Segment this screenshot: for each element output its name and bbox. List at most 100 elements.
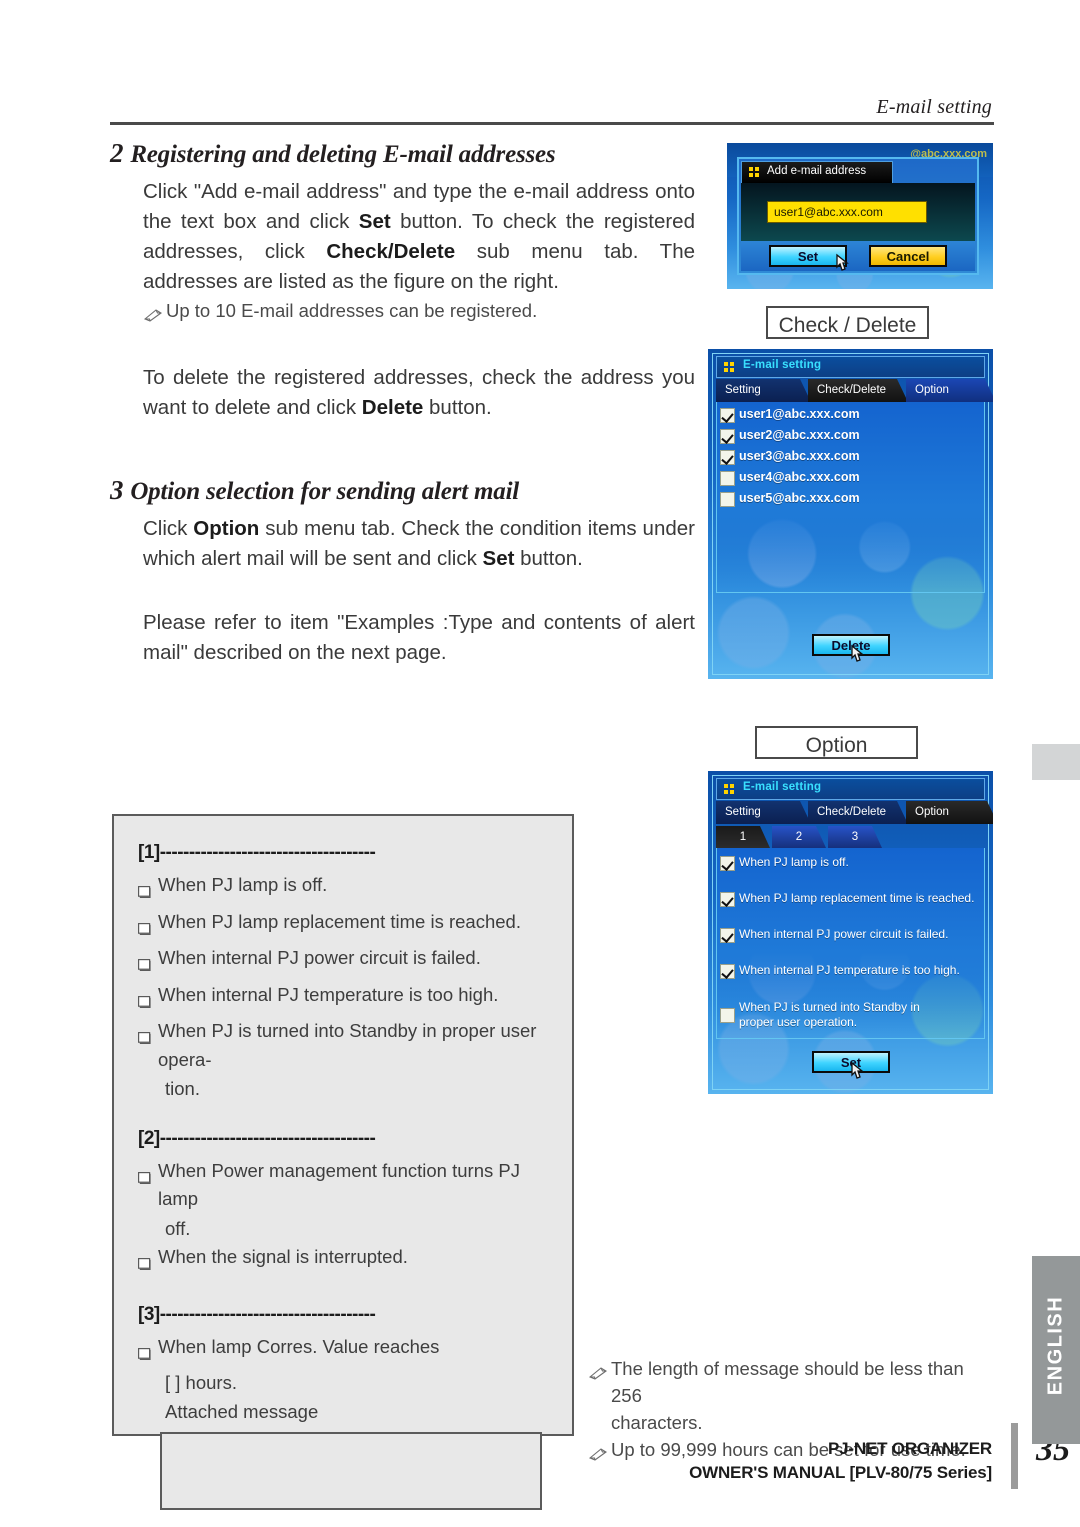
option-row[interactable]: When PJ lamp replacement time is reached… xyxy=(717,890,984,911)
condition-item: When Power management function turns PJ … xyxy=(138,1157,550,1214)
pencil-icon xyxy=(588,1360,608,1387)
step-2-heading: 2 Registering and deleting E-mail address… xyxy=(110,138,695,169)
condition-item-label: When the signal is interrupted. xyxy=(158,1246,408,1267)
cancel-button[interactable]: Cancel xyxy=(869,245,947,267)
option-checkbox[interactable] xyxy=(720,964,735,979)
condition-item: When PJ lamp is off. xyxy=(138,871,550,907)
address-checkbox[interactable] xyxy=(720,492,735,507)
dialog-title-text: Add e-mail address xyxy=(767,165,867,177)
osd-title-text: E-mail setting xyxy=(743,359,822,371)
step-2-note-text: Up to 10 E-mail addresses can be registe… xyxy=(166,300,538,321)
tab-setting[interactable]: Setting xyxy=(716,801,811,824)
address-checkbox[interactable] xyxy=(720,408,735,423)
option-checkbox[interactable] xyxy=(720,892,735,907)
bottom-note-1-line2: characters. xyxy=(611,1412,703,1433)
address-checkbox[interactable] xyxy=(720,429,735,444)
empty-checkbox-icon xyxy=(138,951,152,980)
side-tab-english: ENGLISH xyxy=(1032,1256,1080,1444)
empty-checkbox-icon xyxy=(138,878,152,907)
option-label: When PJ lamp is off. xyxy=(739,855,849,869)
step-3-title: Option selection for sending alert mail xyxy=(130,478,520,505)
tab-option[interactable]: Option xyxy=(906,801,993,824)
option-label-line2: proper user operation. xyxy=(739,1015,858,1029)
option-label: When PJ is turned into Standby in xyxy=(739,1000,920,1014)
number-tab-row: 1 2 3 xyxy=(716,826,985,848)
option-label: When internal PJ power circuit is failed… xyxy=(739,927,949,941)
option-checkbox[interactable] xyxy=(720,928,735,943)
header-divider-rule xyxy=(110,122,994,125)
address-row[interactable]: user5@abc.xxx.com xyxy=(717,490,984,511)
pencil-icon xyxy=(143,302,163,329)
lamp-hours-line: [ ] hours. xyxy=(165,1372,237,1393)
left-content-column: 2 Registering and deleting E-mail address… xyxy=(110,138,695,672)
conditions-group-1-title: [1]------------------------------------- xyxy=(138,842,376,863)
mouse-pointer-icon xyxy=(833,253,853,277)
step-2-paragraph-2: To delete the registered addresses, chec… xyxy=(143,366,695,419)
step-3-number: 3 xyxy=(110,475,124,505)
option-row[interactable]: When internal PJ power circuit is failed… xyxy=(717,926,984,947)
condition-item: When internal PJ power circuit is failed… xyxy=(138,944,550,980)
bottom-note-1-line1: The length of message should be less tha… xyxy=(611,1358,964,1406)
grid-dots-icon xyxy=(724,362,735,372)
conditions-group-3-title: [3]------------------------------------- xyxy=(138,1303,376,1325)
address-row[interactable]: user3@abc.xxx.com xyxy=(717,448,984,469)
running-header-title: E-mail setting xyxy=(876,96,992,118)
tab-check-delete[interactable]: Check/Delete xyxy=(808,379,908,402)
tab-check-delete[interactable]: Check/Delete xyxy=(808,801,908,824)
condition-item-label: When PJ lamp is off. xyxy=(158,874,328,895)
step-2-paragraph: Click "Add e-mail address" and type the … xyxy=(143,180,695,293)
step-2-block: 2 Registering and deleting E-mail address… xyxy=(110,138,695,423)
condition-item-label: When Power management function turns PJ … xyxy=(158,1159,520,1210)
pencil-icon xyxy=(588,1441,608,1468)
osd-titlebar: E-mail setting xyxy=(716,778,985,800)
dialog-titlebar: Add e-mail address xyxy=(741,161,893,184)
number-tab-2[interactable]: 2 xyxy=(772,826,826,848)
address-label: user4@abc.xxx.com xyxy=(739,470,860,484)
condition-item: When PJ is turned into Standby in proper… xyxy=(138,1017,550,1074)
condition-item-label: When internal PJ power circuit is failed… xyxy=(158,947,481,968)
caption-check-delete: Check / Delete xyxy=(766,306,929,339)
number-tab-3[interactable]: 3 xyxy=(828,826,882,848)
option-checkbox[interactable] xyxy=(720,1008,735,1023)
address-checkbox[interactable] xyxy=(720,450,735,465)
option-row[interactable]: When PJ lamp is off. xyxy=(717,854,984,875)
conditions-group-2-list: When Power management function turns PJ … xyxy=(138,1157,550,1279)
grid-dots-icon xyxy=(749,167,760,177)
option-row[interactable]: When PJ is turned into Standby in proper… xyxy=(717,999,984,1033)
tab-option[interactable]: Option xyxy=(906,379,993,402)
dialog-footer: Set Cancel xyxy=(741,241,975,271)
address-row[interactable]: user4@abc.xxx.com xyxy=(717,469,984,490)
condition-item: When internal PJ temperature is too high… xyxy=(138,981,550,1017)
side-tab-blank xyxy=(1032,744,1080,780)
bottom-note-1-text: The length of message should be less tha… xyxy=(608,1355,998,1436)
alert-conditions-box: [1]-------------------------------------… xyxy=(112,814,574,1510)
number-tab-1[interactable]: 1 xyxy=(716,826,770,848)
tab-setting[interactable]: Setting xyxy=(716,379,811,402)
address-row[interactable]: user1@abc.xxx.com xyxy=(717,406,984,427)
attached-message-input[interactable] xyxy=(160,1432,542,1510)
address-list-pane: user1@abc.xxx.com user2@abc.xxx.com user… xyxy=(716,402,985,593)
screenshot-add-email-address: @abc.xxx.com Add e-mail address user1@ab… xyxy=(727,143,993,289)
condition-item-label: When PJ lamp replacement time is reached… xyxy=(158,910,521,932)
caption-option: Option xyxy=(755,726,918,759)
step-3-block: 3 Option selection for sending alert mail… xyxy=(110,475,695,668)
footer-divider-bar xyxy=(1011,1423,1018,1489)
side-tab-english-label: ENGLISH xyxy=(1044,1295,1067,1396)
condition-item: When the signal is interrupted. xyxy=(138,1243,550,1279)
bottom-note-1: The length of message should be less tha… xyxy=(588,1355,998,1436)
step-2-title: Registering and deleting E-mail addresse… xyxy=(130,141,556,168)
condition-item-label: When PJ is turned into Standby in proper… xyxy=(158,1020,537,1070)
address-row[interactable]: user2@abc.xxx.com xyxy=(717,427,984,448)
address-checkbox[interactable] xyxy=(720,471,735,486)
option-checkbox[interactable] xyxy=(720,856,735,871)
email-address-input[interactable]: user1@abc.xxx.com xyxy=(767,201,927,223)
empty-checkbox-icon xyxy=(138,1340,152,1369)
step-3-paragraph: Click Option sub menu tab. Check the con… xyxy=(143,517,695,570)
mouse-pointer-icon xyxy=(848,1061,868,1085)
empty-checkbox-icon xyxy=(138,988,152,1017)
empty-checkbox-icon xyxy=(138,1250,152,1279)
empty-checkbox-icon xyxy=(138,915,152,944)
option-row[interactable]: When internal PJ temperature is too high… xyxy=(717,962,984,983)
footer-manual-name: OWNER'S MANUAL [PLV-80/75 Series] xyxy=(689,1463,992,1482)
submenu-tab-row: Setting Check/Delete Option xyxy=(716,379,985,402)
